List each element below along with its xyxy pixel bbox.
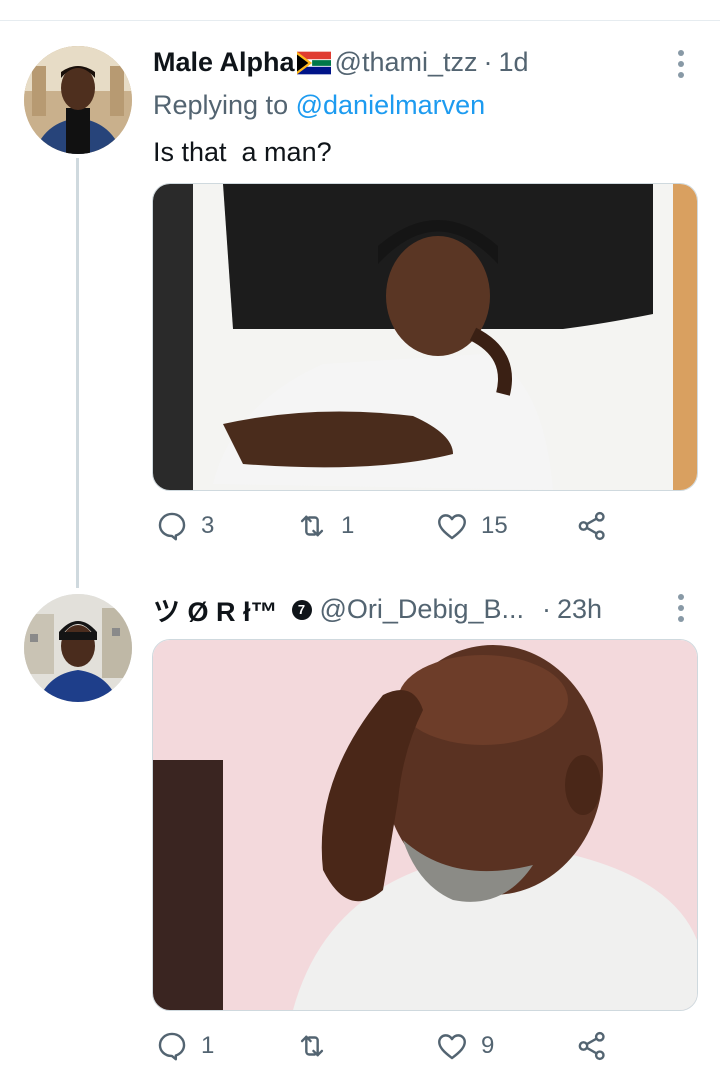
like-button[interactable]: 9: [435, 1029, 494, 1063]
heart-icon: [438, 514, 466, 540]
tweet-media-image[interactable]: [152, 639, 698, 1011]
separator-dot: ·: [542, 594, 552, 624]
reply-button[interactable]: 1: [155, 1029, 214, 1063]
more-options-icon[interactable]: [678, 50, 684, 83]
retweet-button[interactable]: 1: [295, 509, 354, 543]
author-name[interactable]: Male Alpha: [153, 47, 295, 78]
replying-to-line: Replying to @danielmarven: [153, 90, 485, 121]
avatar[interactable]: [24, 594, 132, 702]
tweet-header: ツ Ø R ł™ 7 @Ori_Debig_B... · 23h: [153, 590, 602, 629]
like-count: 15: [481, 512, 508, 539]
avatar[interactable]: [24, 46, 132, 154]
author-handle[interactable]: @thami_tzz: [335, 47, 478, 78]
reply-button[interactable]: 3: [155, 509, 214, 543]
media-photo: [153, 184, 697, 490]
tweet-actions: 1 9: [155, 1029, 615, 1069]
number-badge-icon: 7: [291, 599, 312, 620]
tweet-text: Is that a man?: [153, 137, 332, 167]
retweet-count: 1: [341, 512, 355, 539]
timestamp[interactable]: 1d: [498, 47, 528, 78]
share-button[interactable]: [575, 1029, 609, 1063]
heart-icon: [438, 1034, 466, 1060]
top-divider: [0, 20, 720, 21]
reply-count: 1: [201, 1032, 215, 1059]
reply-icon: [158, 1032, 186, 1061]
share-icon: [578, 1031, 605, 1061]
retweet-button[interactable]: [295, 1029, 341, 1063]
tweet-header: Male Alpha @thami_tzz · 1d: [153, 47, 529, 78]
tweet-media-image[interactable]: [152, 183, 698, 491]
retweet-icon: [300, 1035, 324, 1057]
replying-to-label: Replying to: [153, 90, 289, 120]
avatar-photo: [24, 46, 132, 154]
reply-icon: [158, 512, 186, 541]
like-button[interactable]: 15: [435, 509, 508, 543]
thread-connector-line: [76, 158, 79, 588]
reply-count: 3: [201, 512, 215, 539]
share-button[interactable]: [575, 509, 609, 543]
timestamp[interactable]: 23h: [557, 594, 602, 625]
share-icon: [578, 511, 605, 541]
avatar-photo: [24, 594, 132, 702]
author-handle[interactable]: @Ori_Debig_B...: [320, 594, 525, 625]
like-count: 9: [481, 1032, 495, 1059]
author-name[interactable]: ツ Ø R ł™: [153, 590, 278, 629]
separator-dot: ·: [483, 47, 493, 77]
retweet-icon: [300, 515, 324, 537]
reply-mention-link[interactable]: @danielmarven: [296, 90, 486, 120]
media-photo: [153, 640, 697, 1010]
south-africa-flag-icon: [296, 51, 331, 74]
more-options-icon[interactable]: [678, 594, 684, 627]
tweet-actions: 3 1 15: [155, 509, 615, 549]
